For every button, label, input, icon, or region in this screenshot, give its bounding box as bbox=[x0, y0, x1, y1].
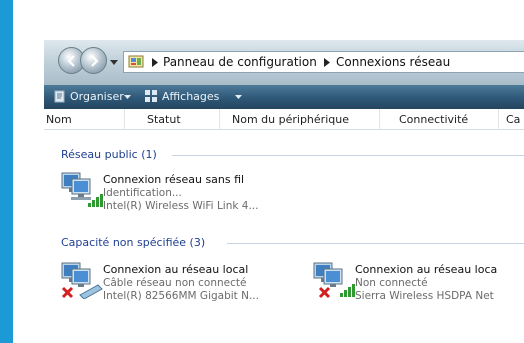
mobile-broadband-disconnected-icon bbox=[313, 262, 355, 299]
group-divider bbox=[172, 155, 524, 156]
group-header-unspecified[interactable]: Capacité non spécifiée (3) bbox=[61, 236, 205, 249]
recent-pages-dropdown-icon[interactable] bbox=[110, 60, 118, 66]
column-divider[interactable] bbox=[219, 109, 220, 130]
forward-button[interactable] bbox=[80, 47, 107, 74]
connection-device: Intel(R) Wireless WiFi Link 4... bbox=[103, 200, 259, 212]
left-accent-bar bbox=[0, 0, 13, 343]
connection-name: Connexion réseau sans fil bbox=[103, 173, 245, 186]
control-panel-icon bbox=[128, 55, 144, 68]
column-divider[interactable] bbox=[124, 109, 125, 130]
network-connection-item[interactable]: Connexion au réseau local Câble réseau n… bbox=[60, 259, 300, 302]
command-toolbar: Organiser Affichages bbox=[44, 85, 524, 109]
column-header-connectivity[interactable]: Connectivité bbox=[399, 113, 468, 126]
network-connection-item[interactable]: Connexion réseau sans fil Identification… bbox=[60, 169, 320, 212]
arrow-left-icon bbox=[67, 55, 75, 67]
column-header-device-name[interactable]: Nom du périphérique bbox=[232, 113, 349, 126]
organize-button[interactable]: Organiser bbox=[70, 90, 124, 103]
address-bar[interactable]: Panneau de configuration Connexions rése… bbox=[123, 51, 524, 73]
arrow-right-icon bbox=[91, 55, 99, 67]
column-header-name[interactable]: Nom bbox=[46, 113, 72, 126]
column-header-row: Nom Statut Nom du périphérique Connectiv… bbox=[44, 109, 524, 130]
connection-status: Identification... bbox=[103, 187, 182, 199]
breadcrumb-separator-icon[interactable] bbox=[152, 58, 158, 67]
explorer-window: Panneau de configuration Connexions rése… bbox=[44, 40, 524, 303]
column-header-category[interactable]: Ca bbox=[506, 113, 520, 126]
breadcrumb-control-panel[interactable]: Panneau de configuration bbox=[163, 55, 317, 69]
organize-icon bbox=[54, 90, 65, 103]
group-header-public-network[interactable]: Réseau public (1) bbox=[61, 148, 157, 161]
column-header-status[interactable]: Statut bbox=[147, 113, 181, 126]
views-icon bbox=[145, 90, 157, 102]
connection-device: Sierra Wireless HSDPA Net bbox=[355, 290, 494, 302]
connection-device: Intel(R) 82566MM Gigabit N... bbox=[103, 290, 259, 302]
chevron-down-icon[interactable] bbox=[124, 95, 131, 100]
ethernet-disconnected-icon bbox=[61, 262, 103, 299]
chevron-down-icon[interactable] bbox=[235, 95, 242, 100]
views-button[interactable]: Affichages bbox=[162, 90, 219, 103]
connection-status: Non connecté bbox=[355, 277, 428, 289]
wireless-network-icon bbox=[61, 172, 103, 207]
column-divider[interactable] bbox=[379, 109, 380, 130]
column-divider[interactable] bbox=[498, 109, 499, 130]
connection-status: Câble réseau non connecté bbox=[103, 277, 247, 289]
navigation-bar: Panneau de configuration Connexions rése… bbox=[44, 40, 524, 85]
connection-name: Connexion au réseau local bbox=[103, 263, 249, 276]
connection-name: Connexion au réseau loca bbox=[355, 263, 498, 276]
breadcrumb-network-connections[interactable]: Connexions réseau bbox=[336, 55, 450, 69]
group-divider bbox=[227, 243, 524, 244]
network-connection-item[interactable]: Connexion au réseau loca Non connecté Si… bbox=[312, 259, 524, 302]
breadcrumb-separator-icon[interactable] bbox=[324, 58, 330, 67]
